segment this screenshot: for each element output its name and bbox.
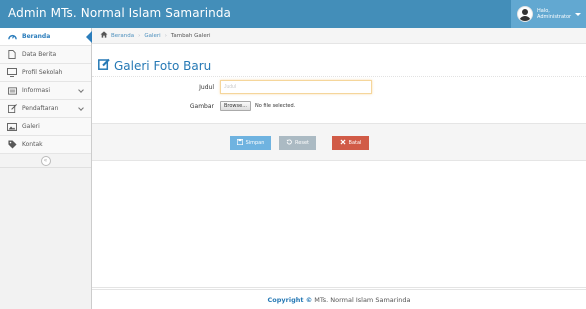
home-icon: [100, 31, 108, 40]
form-actions: Simpan Reset Batal: [92, 123, 586, 161]
user-name: Administrator: [537, 14, 572, 20]
cancel-label: Batal: [348, 140, 362, 146]
save-icon: [236, 138, 243, 147]
top-navbar: Admin MTs. Normal Islam Samarinda Halo, …: [0, 0, 586, 28]
sidebar-item-label: Kontak: [22, 141, 43, 148]
breadcrumb-galeri[interactable]: Galeri: [144, 33, 160, 39]
sidebar-item-kontak[interactable]: Kontak: [0, 136, 91, 154]
sidebar-item-informasi[interactable]: Informasi: [0, 82, 91, 100]
form-row-gambar: Gambar Browse... No file selected.: [174, 101, 295, 111]
desktop-icon: [7, 68, 17, 78]
sidebar-item-label: Galeri: [22, 123, 40, 130]
user-menu[interactable]: Halo, Administrator: [511, 0, 586, 28]
sidebar-item-label: Pendaftaran: [22, 105, 59, 112]
judul-input[interactable]: [220, 80, 372, 94]
breadcrumb-current: Tambah Galeri: [170, 32, 211, 39]
sidebar-item-label: Profil Sekolah: [22, 69, 63, 76]
sidebar-item-beranda[interactable]: Beranda: [0, 28, 92, 46]
app-window: Admin MTs. Normal Islam Samarinda Halo, …: [0, 0, 586, 309]
file-icon: [7, 50, 17, 60]
reset-button[interactable]: Reset: [279, 136, 316, 150]
page-header: Galeri Foto Baru: [92, 55, 586, 77]
close-icon: [340, 139, 346, 147]
breadcrumb-home[interactable]: Beranda: [111, 33, 134, 39]
save-button[interactable]: Simpan: [230, 136, 271, 150]
form-row-judul: Judul: [174, 80, 372, 94]
sidebar-item-profil-sekolah[interactable]: Profil Sekolah: [0, 64, 91, 82]
cancel-button[interactable]: Batal: [332, 136, 369, 150]
sidebar-item-data-berita[interactable]: Data Berita: [0, 46, 91, 64]
tachometer-icon: [7, 32, 17, 42]
sidebar-item-label: Data Berita: [22, 51, 57, 58]
picture-icon: [7, 122, 17, 132]
file-status: No file selected.: [254, 103, 296, 109]
footer: Copyright © MTs. Normal Islam Samarinda: [92, 287, 586, 309]
caret-down-icon: [575, 12, 582, 16]
page-title: Galeri Foto Baru: [114, 58, 212, 73]
edit-icon: [98, 58, 110, 73]
chevron-down-icon: [78, 87, 84, 93]
edit-icon: [7, 104, 17, 114]
footer-text: MTs. Normal Islam Samarinda: [314, 295, 411, 304]
sidebar-item-pendaftaran[interactable]: Pendaftaran: [0, 100, 91, 118]
sidebar-item-label: Informasi: [22, 87, 51, 94]
reset-label: Reset: [295, 140, 309, 146]
breadcrumb-separator-icon: ›: [138, 32, 141, 39]
tag-icon: [7, 140, 17, 150]
gambar-label: Gambar: [189, 102, 214, 110]
undo-icon: [286, 139, 292, 147]
judul-label: Judul: [199, 83, 214, 91]
list-icon: [7, 86, 17, 96]
breadcrumb-separator-icon: ›: [164, 32, 167, 39]
chevron-down-icon: [78, 105, 84, 111]
double-angle-left-icon[interactable]: «: [40, 155, 51, 166]
app-brand[interactable]: Admin MTs. Normal Islam Samarinda: [8, 5, 231, 21]
user-avatar: [517, 6, 533, 22]
breadcrumb: Beranda › Galeri › Tambah Galeri: [92, 28, 586, 44]
browse-button[interactable]: Browse...: [220, 101, 251, 111]
sidebar: Beranda Data Berita Profil Sekolah Infor…: [0, 28, 92, 309]
sidebar-item-galeri[interactable]: Galeri: [0, 118, 91, 136]
sidebar-item-label: Beranda: [22, 33, 51, 40]
footer-copyright: Copyright ©: [267, 295, 313, 304]
save-label: Simpan: [245, 140, 265, 146]
sidebar-collapse: «: [0, 154, 91, 168]
user-info: Halo, Administrator: [537, 8, 571, 20]
